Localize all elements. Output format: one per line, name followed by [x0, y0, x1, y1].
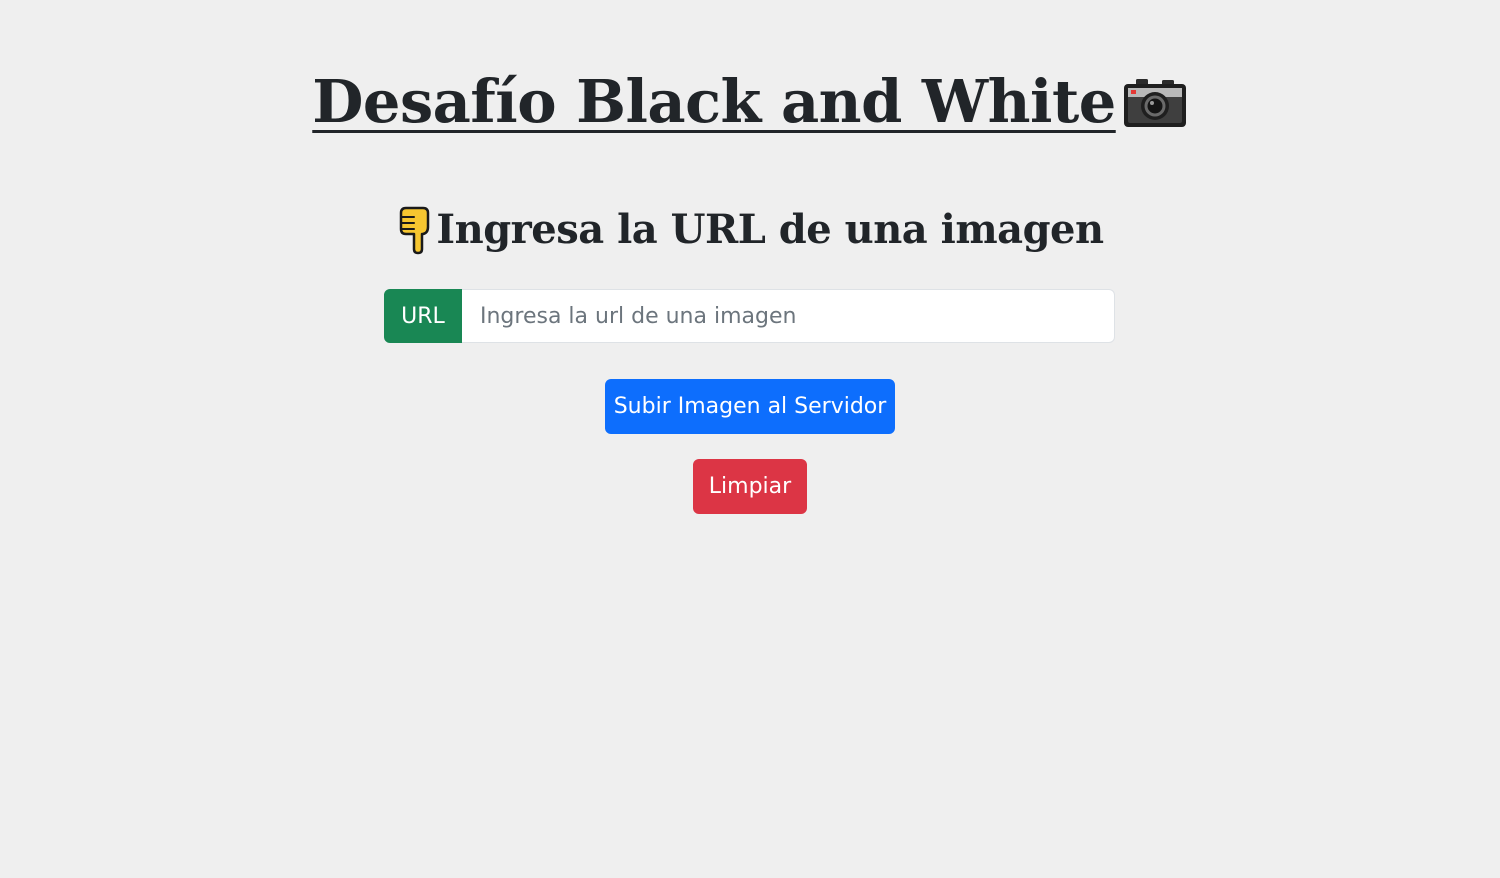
url-label: URL: [384, 289, 462, 343]
subtitle: Ingresa la URL de una imagen: [436, 206, 1104, 253]
pointing-down-hand-icon: [396, 205, 432, 255]
upload-image-button[interactable]: Subir Imagen al Servidor: [605, 379, 895, 434]
url-input-group: URL: [384, 289, 1115, 343]
camera-icon: [1122, 77, 1188, 129]
title-row: Desafío Black and White: [0, 62, 1500, 142]
clear-button[interactable]: Limpiar: [693, 459, 807, 514]
url-input[interactable]: [462, 289, 1115, 343]
subtitle-row: Ingresa la URL de una imagen: [0, 200, 1500, 260]
page-title[interactable]: Desafío Black and White: [312, 62, 1116, 142]
